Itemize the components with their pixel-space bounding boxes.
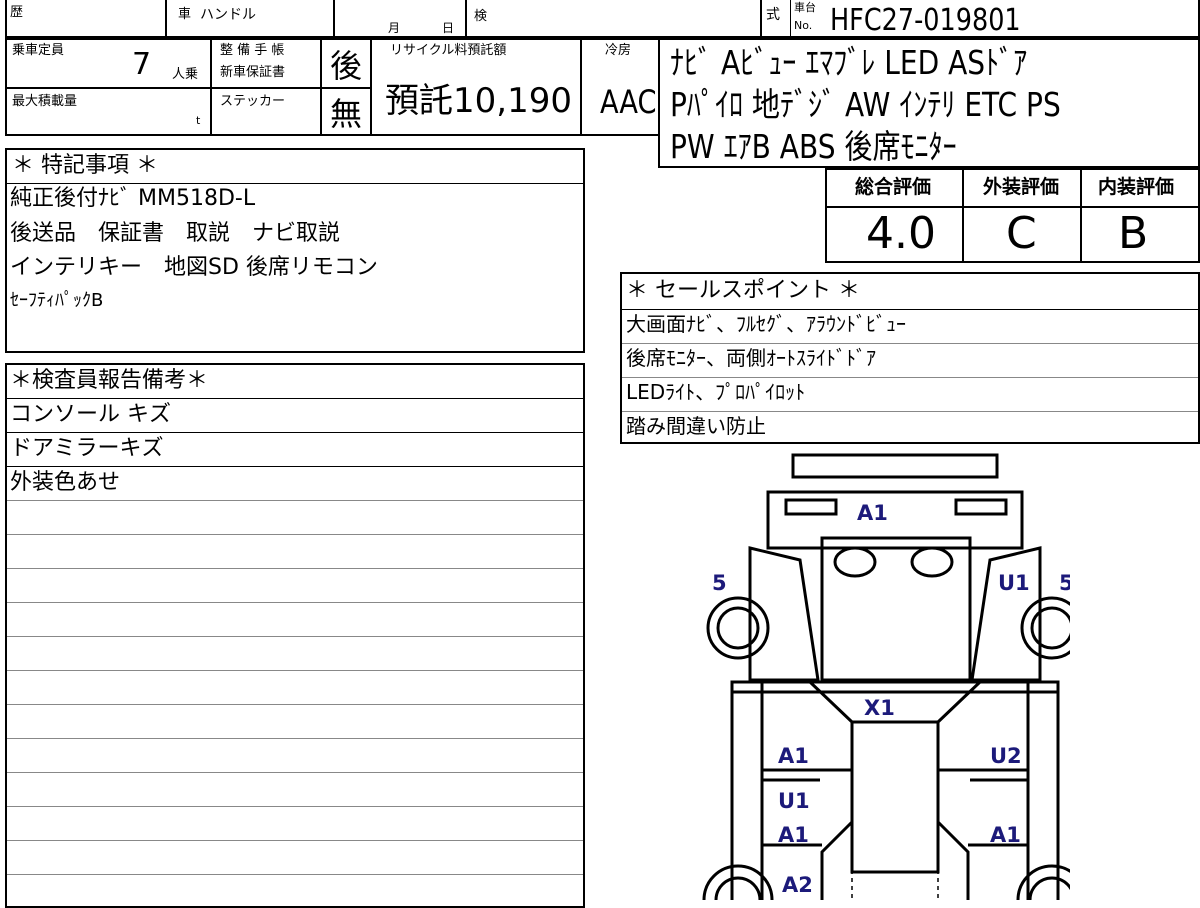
inspector-row <box>7 535 583 569</box>
sales-point-line-1: 大画面ﾅﾋﾞ、ﾌﾙｾｸﾞ、ｱﾗｳﾝﾄﾞﾋﾞｭｰ <box>626 312 906 336</box>
month-label: 月 <box>388 21 401 35</box>
overall-rating-value: 4.0 <box>866 208 936 259</box>
mark-left-rear: A2 <box>782 873 813 897</box>
maintenance-label-1: 整 備 手 帳 <box>220 43 285 58</box>
vehicle-diagram: A1 5 U1 5 X1 A1 U2 U1 A1 A1 A2 <box>702 453 1070 900</box>
max-load-label: 最大積載量 <box>12 94 78 109</box>
capacity-unit: 人乗 <box>172 67 199 82</box>
inspector-row <box>7 637 583 671</box>
special-note-line-2: 後送品 保証書 取説 ナビ取説 <box>10 221 341 246</box>
inspector-row <box>7 501 583 535</box>
header-divider <box>790 0 791 38</box>
inspector-row <box>7 739 583 773</box>
mark-front-right: 5 <box>1059 571 1070 595</box>
mark-hood: A1 <box>857 501 888 525</box>
front-wheel-right <box>1020 596 1070 660</box>
inspector-row <box>7 603 583 637</box>
shiki-label: 式 <box>766 7 780 23</box>
header-divider <box>165 0 167 38</box>
ratings-divider <box>1080 168 1082 263</box>
spec-hline <box>5 87 370 89</box>
handle-label: ハンドル <box>200 7 256 23</box>
inspector-row <box>7 807 583 841</box>
maintenance-label-2: 新車保証書 <box>220 65 286 80</box>
recycle-label: リサイクル料預託額 <box>390 43 507 58</box>
roof <box>850 720 940 874</box>
mark-front-left: 5 <box>712 571 727 595</box>
day-label: 日 <box>442 21 455 35</box>
reki-label: 歴 <box>10 5 24 20</box>
front-section <box>820 536 972 682</box>
spec-vline <box>580 38 582 136</box>
chassis-number: HFC27-019801 <box>830 3 1021 38</box>
inspector-row <box>7 841 583 875</box>
equipment-line-3: PW ｴｱB ABS 後席ﾓﾆﾀｰ <box>670 127 957 166</box>
mark-left-slide-1: U1 <box>778 789 810 813</box>
special-notes-title: ＊ 特記事項 ＊ <box>12 153 158 178</box>
roof-diagonal <box>808 680 982 724</box>
header-divider <box>465 0 467 38</box>
ratings-divider <box>962 168 964 263</box>
headlight-left <box>784 498 838 516</box>
spec-vline <box>370 38 372 136</box>
interior-rating-label: 内装評価 <box>1098 176 1175 198</box>
interior-rating-value: B <box>1118 208 1149 259</box>
exterior-rating-value: C <box>1006 208 1037 259</box>
fender-left <box>748 546 820 682</box>
inspector-row <box>7 773 583 807</box>
sales-point-line-4: 踏み間違い防止 <box>626 414 766 438</box>
sales-point-line-2: 後席ﾓﾆﾀｰ、両側ｵｰﾄｽﾗｲﾄﾞﾄﾞｱ <box>626 346 876 370</box>
capacity-label: 乗車定員 <box>12 43 65 58</box>
mark-left-door-front: A1 <box>778 744 809 768</box>
mirror-left-view <box>833 546 877 578</box>
capacity-value: 7 <box>132 47 152 82</box>
inspector-row <box>7 671 583 705</box>
sticker-label: ステッカー <box>220 94 286 109</box>
special-notes-box <box>5 148 585 353</box>
inspector-line-3: 外装色あせ <box>10 470 121 495</box>
mark-left-slide-2: A1 <box>778 823 809 847</box>
mirror-right-view <box>910 546 954 578</box>
maintenance-value: 後 <box>330 47 363 85</box>
header-divider <box>760 0 762 38</box>
exterior-rating-label: 外装評価 <box>983 176 1060 198</box>
mark-right-door-front: U2 <box>990 744 1022 768</box>
front-bumper <box>791 453 999 479</box>
special-note-line-3: インテリキー 地図SD 後席リモコン <box>10 255 378 280</box>
sales-points-title: ＊ セールスポイント ＊ <box>626 278 860 303</box>
inspector-row <box>7 705 583 739</box>
chassis-top-label: 車台 <box>794 1 816 14</box>
sha-label: 車 <box>178 7 192 22</box>
cooling-label: 冷房 <box>605 43 632 58</box>
overall-rating-label: 総合評価 <box>855 176 932 198</box>
sales-point-line-3: LEDﾗｲﾄ、ﾌﾟﾛﾊﾟｲﾛｯﾄ <box>626 380 806 404</box>
inspector-row <box>7 569 583 603</box>
inspector-line-1: コンソール キズ <box>10 402 171 427</box>
inspector-line-2: ドアミラーキズ <box>10 436 164 461</box>
sticker-value: 無 <box>330 95 363 133</box>
ken-label: 検 <box>474 9 488 24</box>
max-load-unit: t <box>196 114 201 127</box>
cooling-value: AAC <box>600 83 657 121</box>
mark-front-right-code: U1 <box>998 571 1030 595</box>
special-note-line-4: ｾｰﾌﾃｨﾊﾟｯｸB <box>10 290 104 311</box>
fender-right <box>970 546 1042 682</box>
spec-vline <box>320 38 322 136</box>
special-note-line-1: 純正後付ﾅﾋﾞ MM518D-L <box>10 186 256 211</box>
mark-right-slide: A1 <box>990 823 1021 847</box>
spec-vline <box>210 38 212 136</box>
equipment-line-1: ﾅﾋﾞ Aﾋﾞｭｰ ｴﾏﾌﾞﾚ LED ASﾄﾞｱ <box>670 43 1028 82</box>
inspector-title: ＊検査員報告備考＊ <box>10 368 209 393</box>
headlight-right <box>954 498 1008 516</box>
recycle-value: 預託10,190 <box>385 81 572 121</box>
equipment-line-2: Pﾊﾟｲﾛ 地ﾃﾞｼﾞ AW ｲﾝﾃﾘ ETC PS <box>670 85 1061 124</box>
rear-wheel-right <box>1016 864 1070 900</box>
header-divider <box>333 0 335 38</box>
mark-roof: X1 <box>864 696 895 720</box>
chassis-no-label: No. <box>794 19 813 32</box>
